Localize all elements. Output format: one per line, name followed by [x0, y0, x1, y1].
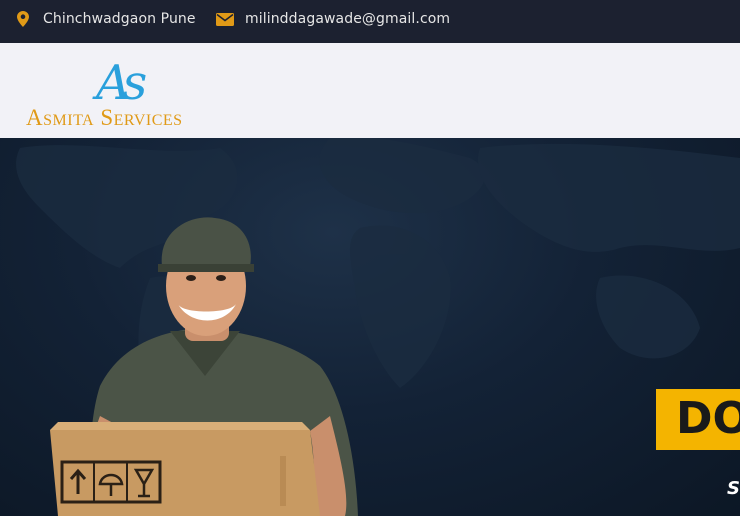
delivery-man-image — [50, 217, 358, 516]
logo-mark: As — [96, 55, 147, 111]
location-info: Chinchwadgaon Pune — [14, 10, 196, 28]
location-text: Chinchwadgaon Pune — [43, 11, 196, 27]
email-info[interactable]: milinddagawade@gmail.com — [216, 10, 450, 28]
hero-headline: DO — [676, 393, 740, 444]
hero-subtext: S — [727, 478, 740, 499]
site-header: As Asmita Services — [0, 43, 740, 138]
hero-banner: DO S — [0, 138, 740, 516]
map-marker-icon — [14, 11, 32, 27]
site-logo[interactable]: As Asmita Services — [26, 55, 236, 130]
top-contact-bar: Chinchwadgaon Pune milinddagawade@gmail.… — [0, 0, 740, 43]
email-link[interactable]: milinddagawade@gmail.com — [245, 10, 450, 28]
logo-name: Asmita Services — [26, 105, 183, 130]
envelope-icon — [216, 11, 234, 27]
hero-headline-badge: DO — [656, 389, 740, 450]
